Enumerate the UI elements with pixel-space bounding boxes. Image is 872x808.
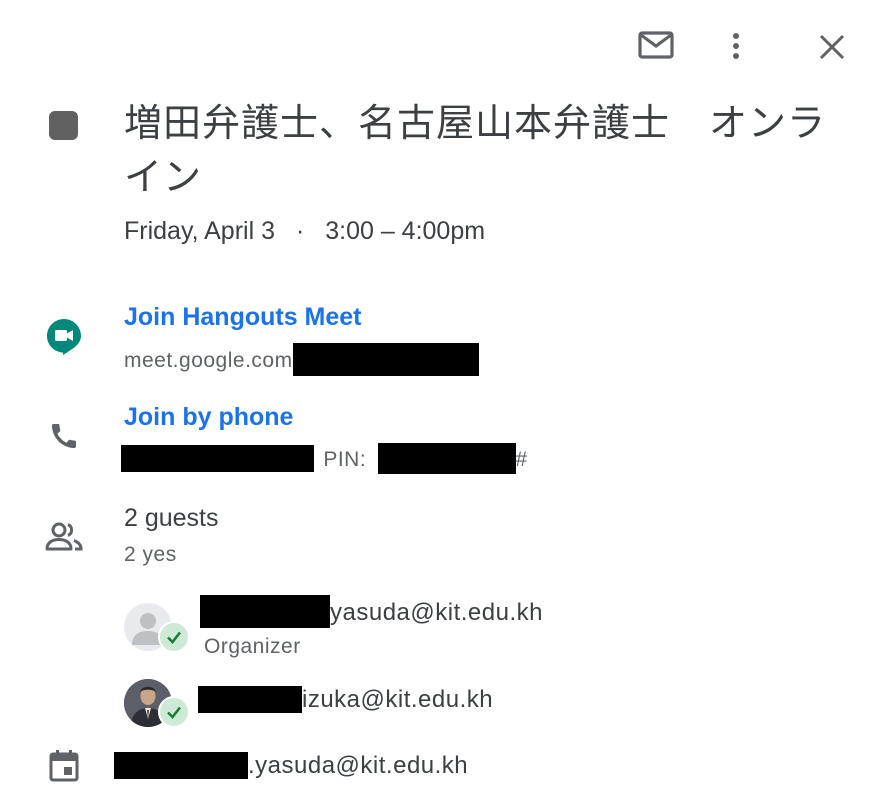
join-by-phone-link[interactable]: Join by phone (124, 403, 293, 432)
guest-email: izuka@kit.edu.kh (198, 686, 493, 714)
event-time: 3:00 – 4:00pm (325, 217, 486, 245)
redacted-pin (377, 443, 516, 474)
guest-email: yasuda@kit.edu.kh (200, 595, 543, 628)
more-vert-icon (733, 33, 739, 59)
guest-rsvp-summary: 2 yes (124, 543, 177, 566)
accepted-badge (158, 696, 190, 728)
people-icon (44, 519, 84, 555)
phone-icon (48, 420, 80, 452)
event-datetime: Friday, April 3 · 3:00 – 4:00pm (124, 217, 485, 246)
check-icon (167, 631, 182, 644)
join-meet-link[interactable]: Join Hangouts Meet (124, 303, 362, 332)
guest-count: 2 guests (124, 504, 219, 532)
guest-row[interactable]: izuka@kit.edu.kh (124, 676, 624, 730)
redacted-name (198, 686, 302, 713)
datetime-separator: · (295, 217, 305, 245)
redacted-meet-code (292, 343, 479, 376)
meet-url-prefix: meet.google.com (124, 349, 293, 372)
mail-icon (638, 31, 674, 59)
close-icon (819, 34, 845, 60)
hangouts-meet-icon (46, 318, 82, 356)
pin-suffix: # (515, 448, 528, 471)
event-date: Friday, April 3 (124, 217, 275, 245)
guest-email-suffix: izuka@kit.edu.kh (302, 686, 494, 713)
redacted-owner-name (114, 752, 248, 779)
phone-details: PIN: # (121, 443, 528, 474)
pin-label: PIN: (323, 448, 367, 471)
meet-url: meet.google.com (124, 343, 479, 376)
calendar-icon (48, 749, 80, 783)
guest-role: Organizer (204, 635, 301, 658)
check-icon (167, 706, 182, 719)
redacted-phone-number (121, 445, 314, 472)
guest-email-suffix: yasuda@kit.edu.kh (330, 599, 543, 626)
email-guests-button[interactable] (633, 26, 679, 64)
accepted-badge (158, 621, 190, 653)
more-options-button[interactable] (718, 26, 754, 66)
calendar-owner-suffix: .yasuda@kit.edu.kh (248, 752, 469, 779)
close-button[interactable] (812, 27, 852, 67)
event-color-swatch (49, 111, 78, 140)
redacted-name (200, 595, 330, 628)
guest-row[interactable]: yasuda@kit.edu.kh Organizer (124, 595, 624, 663)
event-title: 増田弁護士、名古屋山本弁護士 オンライン (124, 101, 827, 199)
calendar-owner: .yasuda@kit.edu.kh (114, 752, 468, 780)
